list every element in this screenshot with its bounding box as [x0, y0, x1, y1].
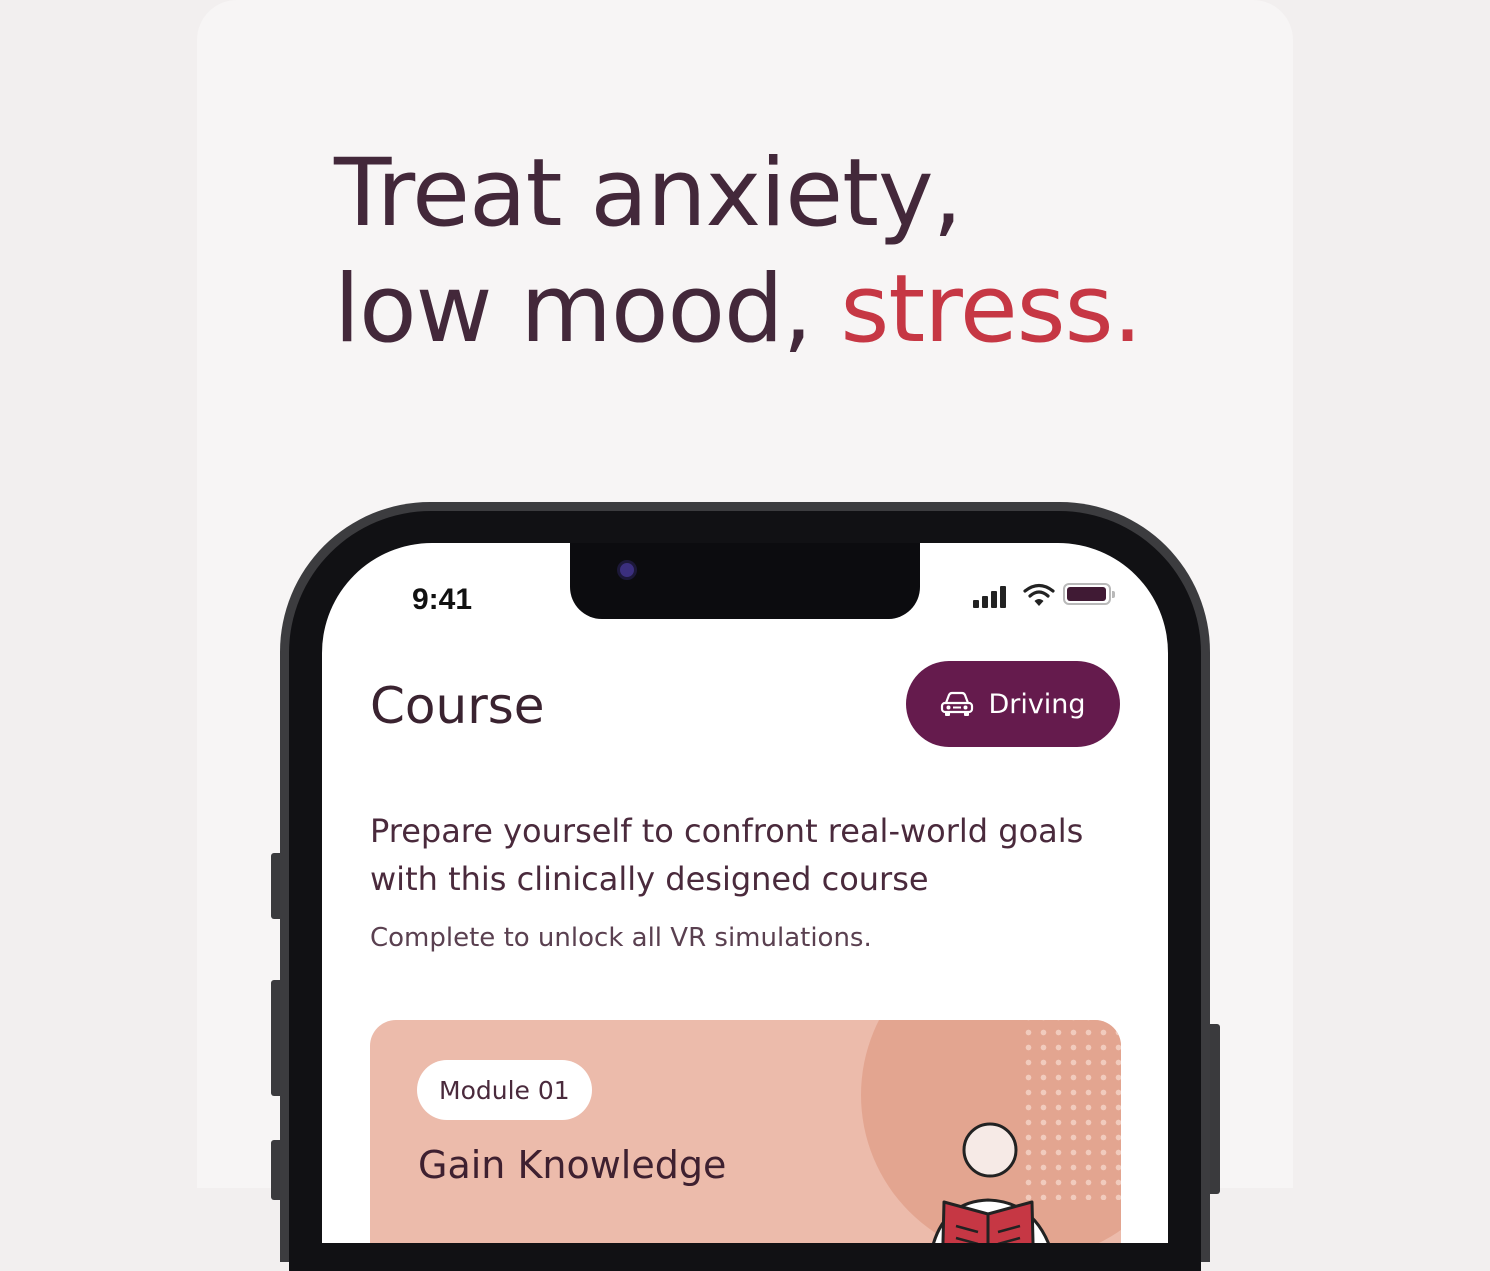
wifi-icon [1023, 583, 1055, 606]
cellular-signal-icon [973, 584, 1013, 608]
phone-power-button [1210, 1024, 1220, 1194]
phone-screen: 9:41 Course Driving Prepare yourself to … [322, 543, 1168, 1243]
phone-notch [570, 543, 920, 619]
promo-headline: Treat anxiety, low mood, stress. [334, 136, 1334, 368]
course-description: Prepare yourself to confront real-world … [370, 812, 1084, 898]
module-card[interactable]: Module 01 Gain Knowledge [370, 1020, 1121, 1243]
car-icon [941, 691, 974, 716]
person-reading-book-illustration [932, 1122, 1050, 1243]
module-number-badge: Module 01 [417, 1060, 592, 1120]
front-camera-icon [617, 560, 637, 580]
course-unlock-note: Complete to unlock all VR simulations. [370, 923, 872, 953]
module-title: Gain Knowledge [418, 1143, 727, 1187]
driving-filter-label: Driving [988, 688, 1086, 720]
headline-accent-word: stress. [840, 255, 1142, 364]
headline-line-1: Treat anxiety, [334, 139, 962, 248]
battery-icon [1063, 583, 1115, 605]
status-time: 9:41 [412, 583, 473, 616]
driving-filter-button[interactable]: Driving [906, 661, 1120, 747]
page-title: Course [370, 677, 545, 735]
headline-line-2: low mood, [334, 255, 841, 364]
